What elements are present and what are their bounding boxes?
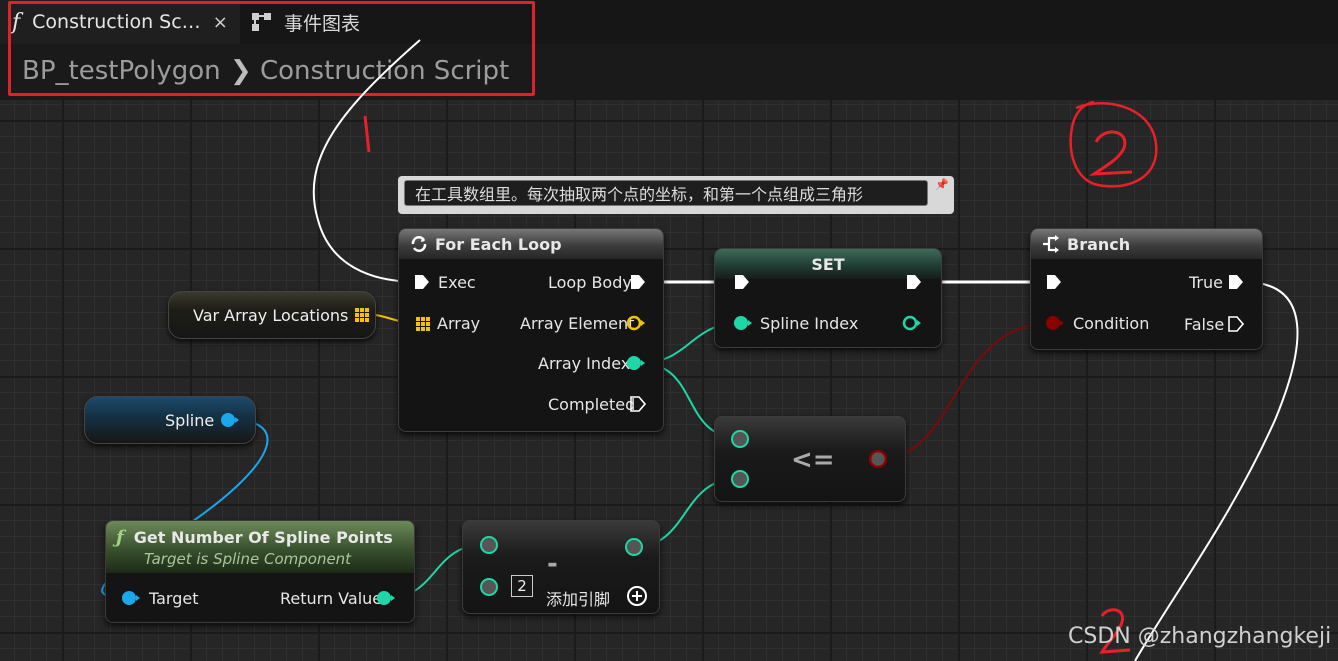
node-header: Branch (1031, 229, 1262, 259)
integer-pin-icon[interactable] (376, 590, 396, 606)
grid-icon[interactable] (354, 307, 370, 323)
boolean-pin-icon[interactable] (869, 450, 887, 468)
variable-label: Var Array Locations (193, 305, 349, 325)
integer-pin-icon[interactable] (733, 315, 753, 331)
target-label: Target (149, 589, 199, 608)
integer-pin-icon[interactable] (480, 536, 498, 554)
variable-label: Spline (165, 410, 215, 430)
integer-pin-icon[interactable] (625, 538, 645, 556)
function-icon: ƒ (116, 526, 124, 548)
true-label: True (1189, 273, 1223, 292)
node-title: - (547, 549, 558, 579)
node-title: For Each Loop (435, 234, 562, 254)
object-pin-icon[interactable] (220, 412, 240, 428)
exec-pin-icon[interactable] (734, 274, 750, 290)
var-array-locations-node[interactable]: Var Array Locations (168, 291, 376, 339)
watermark: CSDN @zhangzhangkeji (1068, 624, 1332, 649)
false-label: False (1184, 315, 1225, 334)
exec-pin-icon[interactable] (630, 396, 646, 412)
array-index-label: Array Index (538, 354, 631, 373)
node-subtitle: Target is Spline Component (144, 549, 352, 568)
node-header: ƒ Get Number Of Spline Points Target is … (106, 521, 414, 573)
node-title: Get Number Of Spline Points (133, 527, 393, 547)
node-title: SET (811, 254, 845, 274)
comment-text: 在工具数组里。每次抽取两个点的坐标，和第一个点组成三角形 (404, 180, 928, 206)
array-label: Array (437, 314, 481, 333)
pin-icon[interactable]: 📌 (935, 178, 949, 191)
exec-pin-icon[interactable] (1046, 274, 1062, 290)
integer-pin-icon[interactable] (626, 355, 646, 371)
return-value-label: Return Value (280, 589, 383, 608)
comment-bubble[interactable]: 在工具数组里。每次抽取两个点的坐标，和第一个点组成三角形 📌 (398, 176, 954, 214)
constant-input[interactable]: 2 (511, 575, 533, 597)
loop-body-label: Loop Body (548, 273, 632, 292)
add-pin-label[interactable]: 添加引脚 (546, 586, 610, 610)
exec-label: Exec (438, 273, 476, 292)
node-header: For Each Loop (399, 229, 663, 259)
add-icon[interactable] (626, 585, 648, 607)
node-title: Branch (1067, 234, 1131, 254)
grid-icon[interactable] (415, 316, 431, 332)
exec-pin-icon[interactable] (906, 274, 922, 290)
exec-pin-icon[interactable] (630, 274, 646, 290)
integer-pin-icon[interactable] (731, 470, 749, 488)
integer-pin-icon[interactable] (731, 430, 749, 448)
set-node[interactable]: SET (714, 248, 942, 348)
spline-index-label: Spline Index (760, 314, 859, 333)
branch-icon (1043, 235, 1059, 253)
node-title: <= (791, 445, 835, 475)
condition-label: Condition (1073, 314, 1150, 333)
exec-pin-icon[interactable] (414, 274, 430, 290)
array-element-label: Array Element (520, 314, 635, 333)
exec-pin-icon[interactable] (1228, 316, 1244, 332)
boolean-pin-icon[interactable] (1045, 315, 1065, 331)
exec-pin-icon[interactable] (1228, 274, 1244, 290)
loop-icon (411, 236, 427, 252)
spline-variable-node[interactable]: Spline (84, 396, 256, 444)
array-element-pin-icon[interactable] (626, 315, 646, 331)
annotation-number-two-circled (1069, 100, 1158, 188)
integer-pin-icon[interactable] (480, 578, 498, 596)
integer-pin-icon[interactable] (902, 315, 922, 331)
completed-label: Completed (548, 395, 636, 414)
annotation-number-one (363, 115, 371, 153)
object-pin-icon[interactable] (121, 590, 141, 606)
